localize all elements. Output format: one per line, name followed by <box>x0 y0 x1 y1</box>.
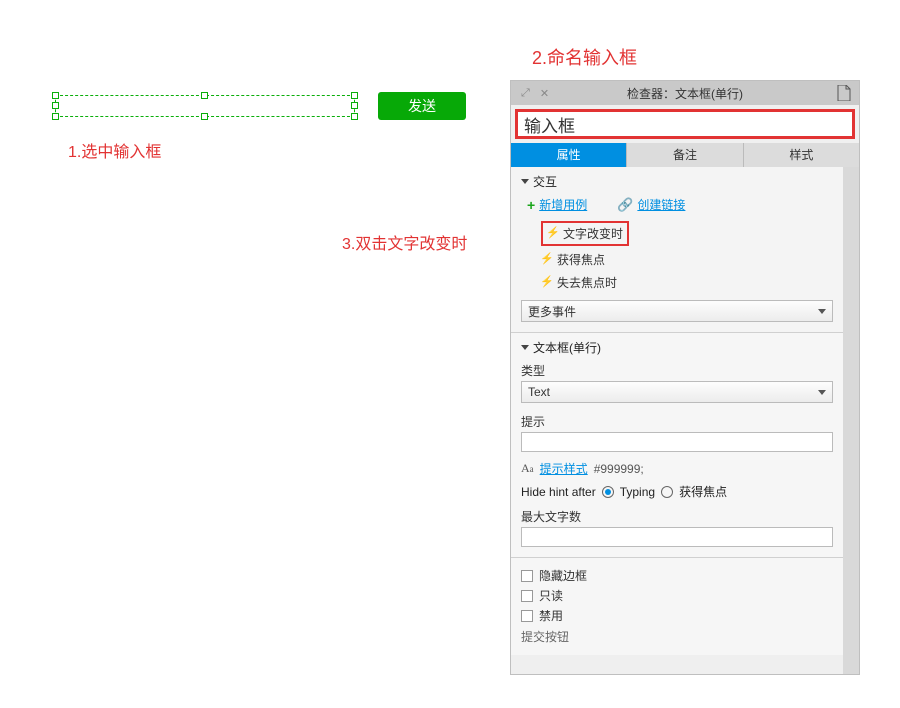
inspector-header: ⤢ ✕ 检查器：文本框(单行) <box>511 81 859 105</box>
selected-textbox[interactable] <box>55 95 355 117</box>
max-chars-input[interactable] <box>521 527 833 547</box>
max-chars-label: 最大文字数 <box>521 508 833 525</box>
send-button[interactable]: 发送 <box>378 92 466 120</box>
resize-handle-n[interactable] <box>201 92 208 99</box>
event-list: 文字改变时 获得焦点 失去焦点时 <box>541 221 833 294</box>
radio-typing[interactable] <box>602 486 614 498</box>
resize-handle-s[interactable] <box>201 113 208 120</box>
hint-style-hex: #999999; <box>594 462 644 476</box>
hide-hint-after-label: Hide hint after <box>521 485 596 499</box>
bolt-icon <box>541 254 553 266</box>
tab-properties[interactable]: 属性 <box>511 143 627 167</box>
more-events-label: 更多事件 <box>528 303 576 320</box>
hint-input[interactable] <box>521 432 833 452</box>
hide-hint-after-row: Hide hint after Typing 获得焦点 <box>521 483 833 500</box>
hint-label: 提示 <box>521 413 833 430</box>
interaction-section-title[interactable]: 交互 <box>521 173 833 190</box>
type-label: 类型 <box>521 362 833 379</box>
disabled-checkbox[interactable] <box>521 610 533 622</box>
event-label: 文字改变时 <box>563 225 623 242</box>
type-value: Text <box>528 385 550 399</box>
annotation-step2: 2.命名输入框 <box>532 44 637 70</box>
textbox-section-label: 文本框(单行) <box>533 339 601 356</box>
cutoff-label: 提交按钮 <box>521 628 833 645</box>
event-text-change[interactable]: 文字改变时 <box>541 221 629 246</box>
chevron-down-icon <box>521 345 529 350</box>
event-lost-focus[interactable]: 失去焦点时 <box>541 271 833 294</box>
flags-section: 隐藏边框 只读 禁用 提交按钮 <box>511 558 843 655</box>
resize-handle-ne[interactable] <box>351 92 358 99</box>
text-style-icon: Aa <box>521 461 534 476</box>
event-label: 获得焦点 <box>557 251 605 268</box>
interaction-section: 交互 + 新增用例 🔗 创建链接 文字改变时 获 <box>511 167 843 333</box>
resize-handle-sw[interactable] <box>52 113 59 120</box>
link-icon: 🔗 <box>617 197 633 213</box>
close-icon[interactable]: ✕ <box>540 87 549 100</box>
annotation-step3: 3.双击文字改变时 <box>342 230 467 254</box>
bolt-icon <box>547 228 559 240</box>
canvas-area: 发送 <box>0 0 510 708</box>
hint-style-link[interactable]: 提示样式 <box>540 460 588 477</box>
bolt-icon <box>541 277 553 289</box>
event-got-focus[interactable]: 获得焦点 <box>541 248 833 271</box>
interaction-section-label: 交互 <box>533 173 557 190</box>
radio-focus-label: 获得焦点 <box>679 483 727 500</box>
tab-style[interactable]: 样式 <box>744 143 859 167</box>
document-icon[interactable] <box>837 85 851 101</box>
event-label: 失去焦点时 <box>557 274 617 291</box>
chevron-down-icon <box>818 309 826 314</box>
widget-name-wrapper <box>515 109 855 139</box>
annotation-step1: 1.选中输入框 <box>68 138 161 162</box>
readonly-checkbox[interactable] <box>521 590 533 602</box>
resize-handle-w[interactable] <box>52 102 59 109</box>
readonly-label: 只读 <box>539 587 563 604</box>
inspector-tabs: 属性 备注 样式 <box>511 143 859 167</box>
radio-focus[interactable] <box>661 486 673 498</box>
hide-border-label: 隐藏边框 <box>539 567 587 584</box>
inspector-body: 交互 + 新增用例 🔗 创建链接 文字改变时 获 <box>511 167 859 674</box>
textbox-section: 文本框(单行) 类型 Text 提示 Aa 提示样式 #999999; Hide… <box>511 333 843 558</box>
type-select[interactable]: Text <box>521 381 833 403</box>
create-link-link[interactable]: 创建链接 <box>637 196 685 213</box>
plus-icon: + <box>527 198 535 212</box>
widget-name-input[interactable] <box>518 112 852 136</box>
hide-border-checkbox[interactable] <box>521 570 533 582</box>
inspector-panel: ⤢ ✕ 检查器：文本框(单行) 属性 备注 样式 交互 + 新增用例 <box>510 80 860 675</box>
chevron-down-icon <box>521 179 529 184</box>
resize-handle-nw[interactable] <box>52 92 59 99</box>
add-case-link[interactable]: 新增用例 <box>539 196 587 213</box>
expand-icon[interactable]: ⤢ <box>521 87 530 100</box>
chevron-down-icon <box>818 390 826 395</box>
textbox-section-title[interactable]: 文本框(单行) <box>521 339 833 356</box>
scrollbar-thumb[interactable] <box>845 169 857 259</box>
more-events-select[interactable]: 更多事件 <box>521 300 833 322</box>
resize-handle-e[interactable] <box>351 102 358 109</box>
tab-notes[interactable]: 备注 <box>627 143 743 167</box>
radio-typing-label: Typing <box>620 485 655 499</box>
disabled-label: 禁用 <box>539 607 563 624</box>
inspector-title: 检查器：文本框(单行) <box>511 85 859 102</box>
resize-handle-se[interactable] <box>351 113 358 120</box>
